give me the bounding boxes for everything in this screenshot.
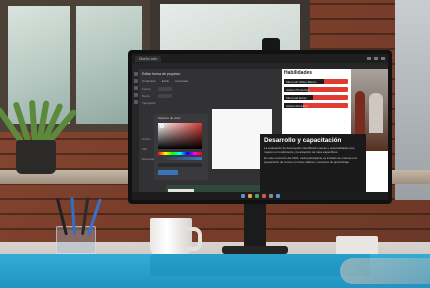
window-controls: [367, 57, 385, 60]
maximize-icon[interactable]: [374, 57, 378, 60]
hue-slider[interactable]: [158, 152, 202, 155]
monitor-screen: Diseño web Editar forma de proyecto Cont…: [132, 54, 388, 200]
card-heading: Desarrollo y capacitación: [264, 137, 342, 144]
plant-pot: [16, 140, 56, 174]
potted-plant: [0, 84, 78, 174]
monitor-stand-base: [222, 246, 288, 254]
panel-title: Editar forma de proyecto: [142, 72, 181, 76]
panel-row-control[interactable]: [158, 87, 172, 91]
panel-row-label: Alto: [142, 147, 148, 151]
panel-row-label: Tipografía: [142, 101, 156, 105]
skill-label: Adobe Photoshop: [286, 87, 310, 92]
minimize-icon[interactable]: [367, 57, 371, 60]
panel-row-label: Borde: [142, 94, 151, 98]
skill-label: Microsoft Excel: [286, 95, 307, 100]
skill-bar: Adobe Illustrator: [284, 103, 348, 108]
slide-title: Habilidades: [284, 70, 313, 76]
start-icon[interactable]: [240, 194, 245, 198]
app-tab[interactable]: Diseño web: [135, 55, 162, 62]
skill-label: Microsoft Office Básico: [286, 79, 317, 84]
color-picker[interactable]: Selector de color: [154, 114, 208, 180]
panel-row-control[interactable]: [158, 94, 172, 98]
skill-bar: Microsoft Excel: [284, 95, 348, 100]
hex-input[interactable]: [158, 163, 202, 167]
apply-color-button[interactable]: [158, 170, 178, 175]
monitor: Diseño web Editar forma de proyecto Cont…: [128, 50, 392, 204]
taskbar: [132, 192, 388, 200]
alpha-slider[interactable]: [158, 157, 202, 160]
skill-label: Adobe Illustrator: [286, 103, 308, 108]
monitor-stand: [244, 200, 266, 252]
card-paragraph: En este momento del 2021, cada participa…: [264, 155, 357, 164]
app-icon[interactable]: [261, 194, 266, 198]
tool-strip: [132, 69, 139, 193]
coffee-mug: [150, 218, 202, 256]
close-icon[interactable]: [381, 57, 385, 60]
tool-icon[interactable]: [133, 86, 138, 90]
color-picker-title: Selector de color: [158, 116, 181, 120]
app-icon[interactable]: [254, 194, 259, 198]
training-card: Desarrollo y capacitación La evaluación …: [260, 134, 366, 192]
app-titlebar: Diseño web: [132, 54, 388, 63]
panel-row-label: Ancho: [142, 137, 151, 141]
skill-bar: Adobe Photoshop: [284, 87, 348, 92]
tool-icon[interactable]: [133, 72, 138, 76]
desk-box: [336, 236, 378, 256]
tool-icon[interactable]: [133, 100, 138, 104]
person-figure: [369, 93, 383, 133]
tool-icon[interactable]: [133, 79, 138, 83]
card-paragraph: La evaluación de desempeño identificará …: [264, 146, 355, 154]
pen-holder: [55, 196, 102, 254]
hand: [340, 258, 430, 284]
panel-row-label: Fondo: [142, 87, 151, 91]
tab-content[interactable]: Contenido: [142, 79, 156, 83]
app-icon[interactable]: [268, 194, 273, 198]
skill-bar: Microsoft Office Básico: [284, 79, 348, 84]
panel-tabs: Contenido Estilo Avanzado: [142, 79, 188, 83]
browser-icon[interactable]: [275, 194, 280, 198]
color-handle[interactable]: [160, 124, 164, 128]
color-field[interactable]: [158, 123, 202, 149]
folder-icon[interactable]: [247, 194, 252, 198]
tool-icon[interactable]: [133, 93, 138, 97]
tab-style[interactable]: Estilo: [162, 79, 169, 83]
person-figure: [355, 91, 365, 135]
tab-advanced[interactable]: Avanzado: [175, 79, 188, 83]
